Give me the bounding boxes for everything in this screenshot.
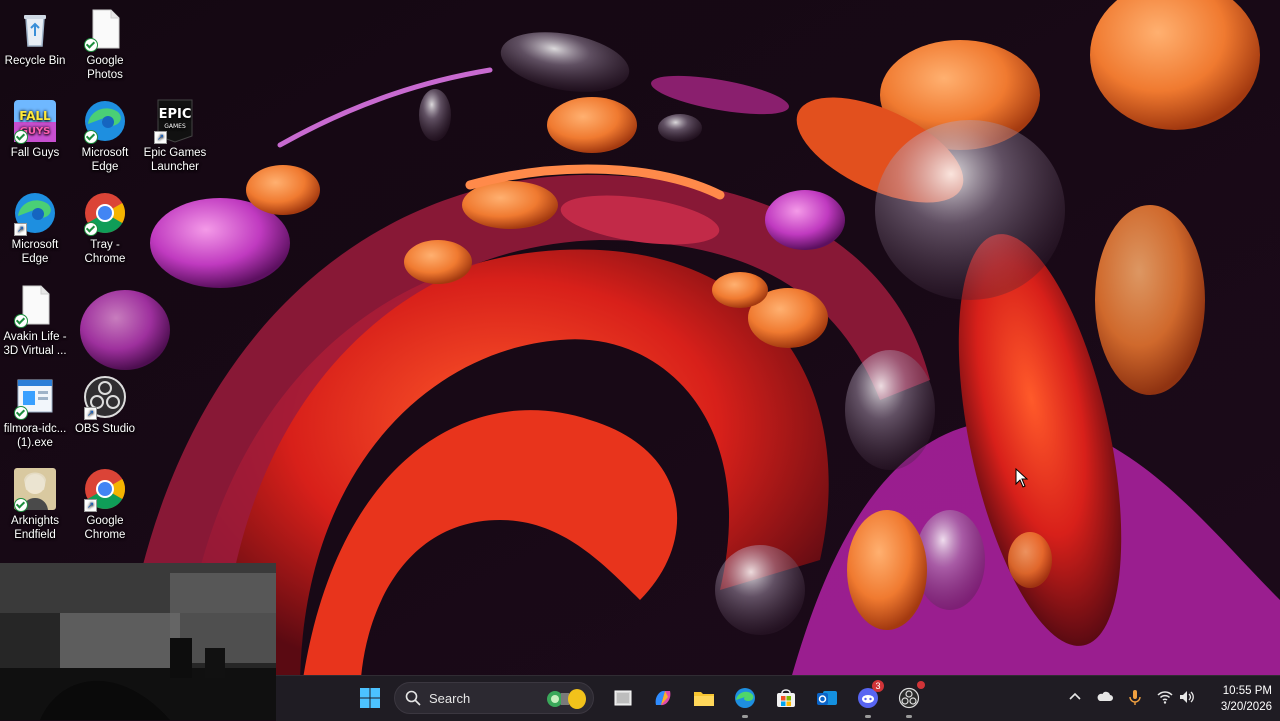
start-button[interactable] [354, 682, 386, 714]
search-placeholder: Search [429, 691, 471, 706]
shortcut-arrow-icon: ↗ [84, 499, 97, 512]
sync-status-icon [84, 130, 98, 144]
obs-taskbar-button[interactable] [893, 681, 925, 718]
desktop-icon-microsoft-edge[interactable]: Microsoft Edge [70, 98, 140, 174]
svg-text:EPIC: EPIC [159, 107, 192, 122]
shortcut-arrow-icon: ↗ [154, 131, 167, 144]
desktop-icon-label: Arknights Endfield [11, 515, 59, 541]
mouse-pointer-icon [1015, 468, 1029, 488]
installer-icon [12, 374, 58, 420]
desktop-icon-google-chrome[interactable]: ↗ Google Chrome [70, 466, 140, 542]
desktop-icon-label: Recycle Bin [4, 55, 66, 67]
sync-status-icon [14, 314, 28, 328]
desktop-icon-fall-guys[interactable]: FALL GUYS Fall Guys [0, 98, 70, 160]
desktop-icon-tray-chrome[interactable]: Tray - Chrome [70, 190, 140, 266]
desktop-icon-arknights-endfield[interactable]: Arknights Endfield [0, 466, 70, 542]
search-icon [405, 690, 421, 706]
cloud-icon [1097, 691, 1113, 701]
desktop-icon-label: filmora-idc... (1).exe [3, 423, 67, 449]
desktop-icon-label: Tray - Chrome [84, 239, 126, 265]
desktop-icon-label: Google Chrome [84, 515, 126, 541]
store-button[interactable] [770, 682, 802, 714]
desktop-icon-label: Fall Guys [10, 147, 60, 159]
desktop-icon-epic-games[interactable]: EPIC GAMES ↗ Epic Games Launcher [140, 98, 210, 174]
svg-text:FALL: FALL [19, 109, 51, 123]
edge-icon: ↗ [12, 190, 58, 236]
speaker-icon [1180, 691, 1194, 703]
taskbar-search-box[interactable]: Search [394, 682, 594, 714]
onedrive-tray-button[interactable] [1096, 688, 1116, 708]
desktop-icon-avakin-life[interactable]: Avakin Life - 3D Virtual ... [0, 282, 70, 358]
outlook-button[interactable] [811, 682, 843, 714]
desktop-icon-label: Microsoft Edge [11, 239, 59, 265]
windows-start-icon [360, 688, 380, 708]
search-highlight-icon [547, 689, 586, 709]
shortcut-arrow-icon: ↗ [84, 407, 97, 420]
microphone-tray-button[interactable] [1126, 688, 1146, 708]
task-view-icon [614, 690, 632, 706]
webcam-overlay [0, 563, 276, 720]
desktop-icon-microsoft-edge-2[interactable]: ↗ Microsoft Edge [0, 190, 70, 266]
desktop-icon-grid: Recycle Bin Google Photos FALL GUYS Fall … [0, 0, 206, 560]
clock-time: 10:55 PM [1222, 685, 1272, 697]
wifi-icon [1157, 691, 1173, 704]
chrome-icon: ↗ [82, 466, 128, 512]
desktop-icon-label: OBS Studio [74, 423, 136, 435]
running-indicator [742, 715, 748, 718]
task-view-button[interactable] [607, 682, 639, 714]
clock-date: 3/20/2026 [1220, 701, 1272, 713]
sync-status-icon [84, 38, 98, 52]
obs-icon [898, 687, 920, 709]
desktop-icon-obs-studio[interactable]: ↗ OBS Studio [70, 374, 140, 436]
chrome-icon [82, 190, 128, 236]
edge-icon [82, 98, 128, 144]
taskbar-clock[interactable]: 10:55 PM 3/20/2026 [1202, 683, 1272, 715]
desktop-icon-label: Microsoft Edge [81, 147, 129, 173]
sync-status-icon [14, 498, 28, 512]
network-tray-button[interactable] [1156, 688, 1176, 708]
microphone-icon [1129, 690, 1141, 705]
fall-guys-icon: FALL GUYS [12, 98, 58, 144]
discord-button[interactable]: 3 [852, 680, 884, 718]
file-explorer-button[interactable] [688, 682, 720, 714]
sync-status-icon [84, 222, 98, 236]
running-indicator [906, 715, 912, 718]
desktop-icon-filmora-installer[interactable]: filmora-idc... (1).exe [0, 374, 70, 450]
obs-icon: ↗ [82, 374, 128, 420]
recycle-bin-icon [12, 6, 58, 52]
recording-indicator [917, 681, 925, 689]
document-icon [82, 6, 128, 52]
copilot-button[interactable] [647, 682, 679, 714]
epic-games-icon: EPIC GAMES ↗ [152, 98, 198, 144]
desktop-icon-label: Google Photos [86, 55, 124, 81]
folder-icon [694, 692, 714, 706]
webcam-feed-image [0, 563, 276, 720]
sync-status-icon [14, 130, 28, 144]
desktop-icon-label: Epic Games Launcher [143, 147, 207, 173]
desktop-icon-label: Avakin Life - 3D Virtual ... [3, 331, 67, 357]
desktop-icon-google-photos[interactable]: Google Photos [70, 6, 140, 82]
store-icon [777, 689, 795, 707]
sync-status-icon [14, 406, 28, 420]
svg-text:GAMES: GAMES [164, 123, 186, 130]
desktop-icon-recycle-bin[interactable]: Recycle Bin [0, 6, 70, 68]
copilot-icon [655, 690, 671, 706]
notification-badge: 3 [872, 680, 884, 692]
show-hidden-icons-button[interactable] [1066, 688, 1086, 708]
volume-tray-button[interactable] [1178, 688, 1198, 708]
edge-icon [735, 688, 755, 708]
running-indicator [865, 715, 871, 718]
edge-taskbar-button[interactable] [729, 682, 761, 718]
shortcut-arrow-icon: ↗ [14, 223, 27, 236]
document-icon [12, 282, 58, 328]
chevron-up-icon [1069, 692, 1081, 700]
arknights-icon [12, 466, 58, 512]
taskbar: Search 3 10:55 PM 3/20/2026 [276, 675, 1280, 721]
outlook-icon [817, 691, 837, 705]
